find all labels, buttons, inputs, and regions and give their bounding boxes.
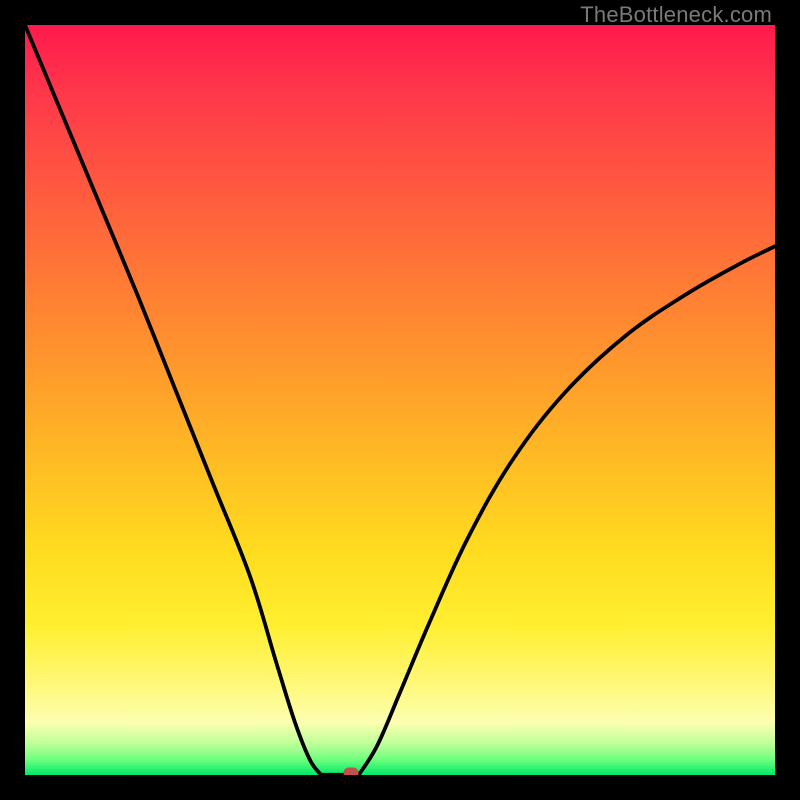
- right-branch-path: [359, 246, 775, 775]
- chart-frame: TheBottleneck.com: [0, 0, 800, 800]
- optimal-marker: [344, 767, 359, 775]
- left-branch-path: [25, 25, 321, 775]
- bottleneck-curve: [25, 25, 775, 775]
- watermark-text: TheBottleneck.com: [580, 2, 772, 28]
- plot-area: [25, 25, 775, 775]
